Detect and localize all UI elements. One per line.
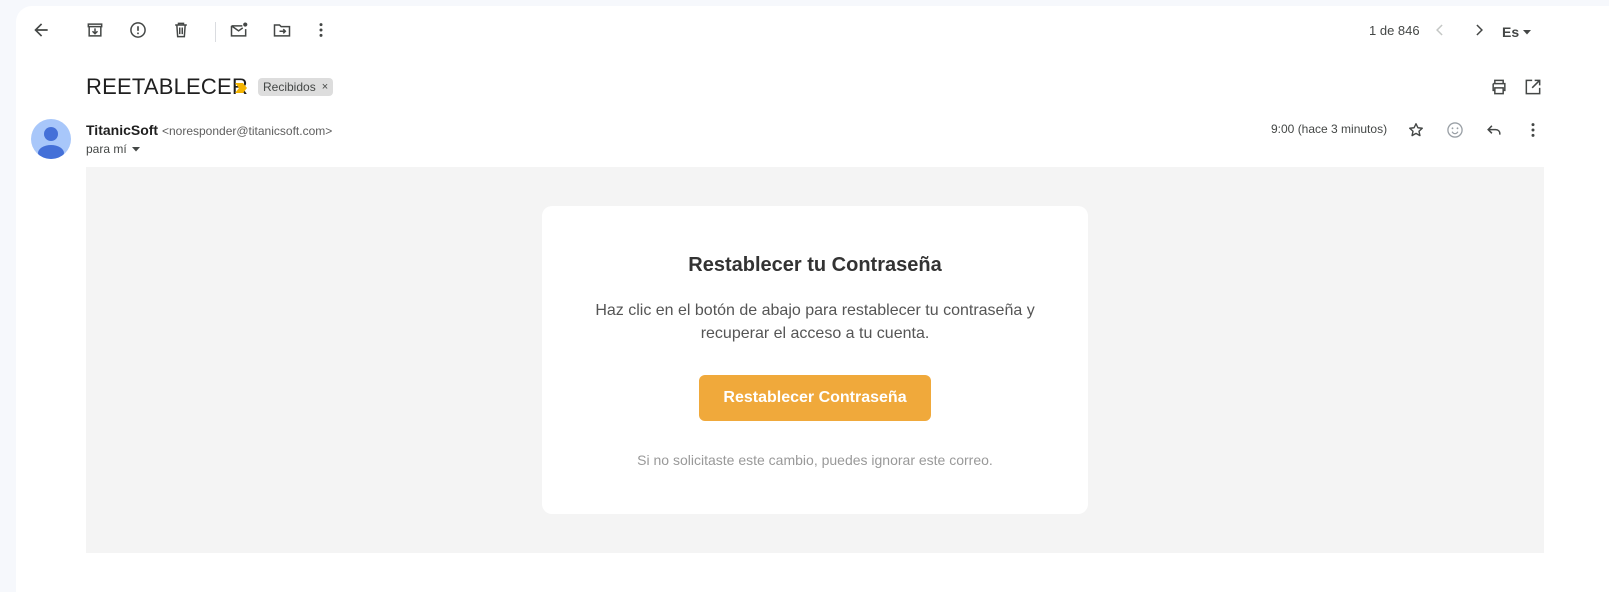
more-actions-button[interactable] [305,14,337,46]
person-icon [38,127,64,159]
move-to-button[interactable] [266,14,298,46]
archive-button[interactable] [79,14,111,46]
star-outline-icon [1409,123,1423,137]
toolbar-divider [215,22,216,42]
chevron-right-icon [1476,24,1483,36]
recipients-label: para mí [86,142,127,156]
move-to-folder-icon [273,24,291,37]
input-tools-button[interactable]: Es [1502,20,1532,44]
message-more-button[interactable] [1517,114,1549,146]
star-button[interactable] [1400,114,1432,146]
trash-icon [175,22,187,38]
report-spam-button[interactable] [122,14,154,46]
email-title: Restablecer tu Contraseña [688,254,942,276]
open-in-new-window-button[interactable] [1517,71,1549,103]
newer-button[interactable] [1424,14,1456,46]
sender-email: <noresponder@titanicsoft.com> [161,124,333,138]
reset-password-button[interactable]: Restablecer Contraseña [699,375,931,421]
print-button[interactable] [1483,71,1515,103]
chevron-left-icon [1436,24,1443,36]
older-button[interactable] [1463,14,1495,46]
sender-name[interactable]: TitanicSoft [86,122,158,138]
email-footnote: Si no solicitaste este cambio, puedes ig… [637,452,993,468]
sender-avatar[interactable] [31,119,71,159]
label-chip-inbox: Recibidos × [258,78,334,96]
reply-icon [1487,125,1501,135]
recipients-toggle[interactable]: para mí [86,142,141,156]
message-counter: 1 de 846 [1369,23,1420,38]
sender-line: TitanicSoft <noresponder@titanicsoft.com… [86,122,332,138]
open-in-new-icon [1525,79,1541,95]
label-chip-text: Recibidos [263,80,316,94]
mark-unread-icon [230,22,248,37]
caret-down-icon [1523,30,1532,35]
reply-button[interactable] [1478,114,1510,146]
more-vert-icon [1531,123,1535,137]
more-vert-icon [319,23,323,37]
back-button[interactable] [25,14,57,46]
importance-marker-icon[interactable] [234,81,248,95]
add-reaction-button[interactable] [1439,114,1471,146]
arrow-left-icon [34,23,48,37]
delete-button[interactable] [165,14,197,46]
email-text: Haz clic en el botón de abajo para resta… [595,302,1035,342]
language-label: Es [1502,24,1520,40]
emoji-icon [1447,122,1463,138]
caret-down-icon [131,147,140,152]
archive-icon [87,23,103,37]
report-spam-icon [130,22,146,38]
print-icon [1492,79,1506,95]
message-time: 9:00 (hace 3 minutos) [1271,122,1388,136]
message-view: 1 de 846 Es REETABLECER Recibidos × Tita… [16,6,1609,592]
email-body: Restablecer tu Contraseña Haz clic en el… [86,167,1544,553]
message-subject: REETABLECER [86,74,248,99]
label-remove-button[interactable]: × [322,81,328,93]
mark-unread-button[interactable] [223,14,255,46]
email-card: Restablecer tu Contraseña Haz clic en el… [542,206,1088,514]
